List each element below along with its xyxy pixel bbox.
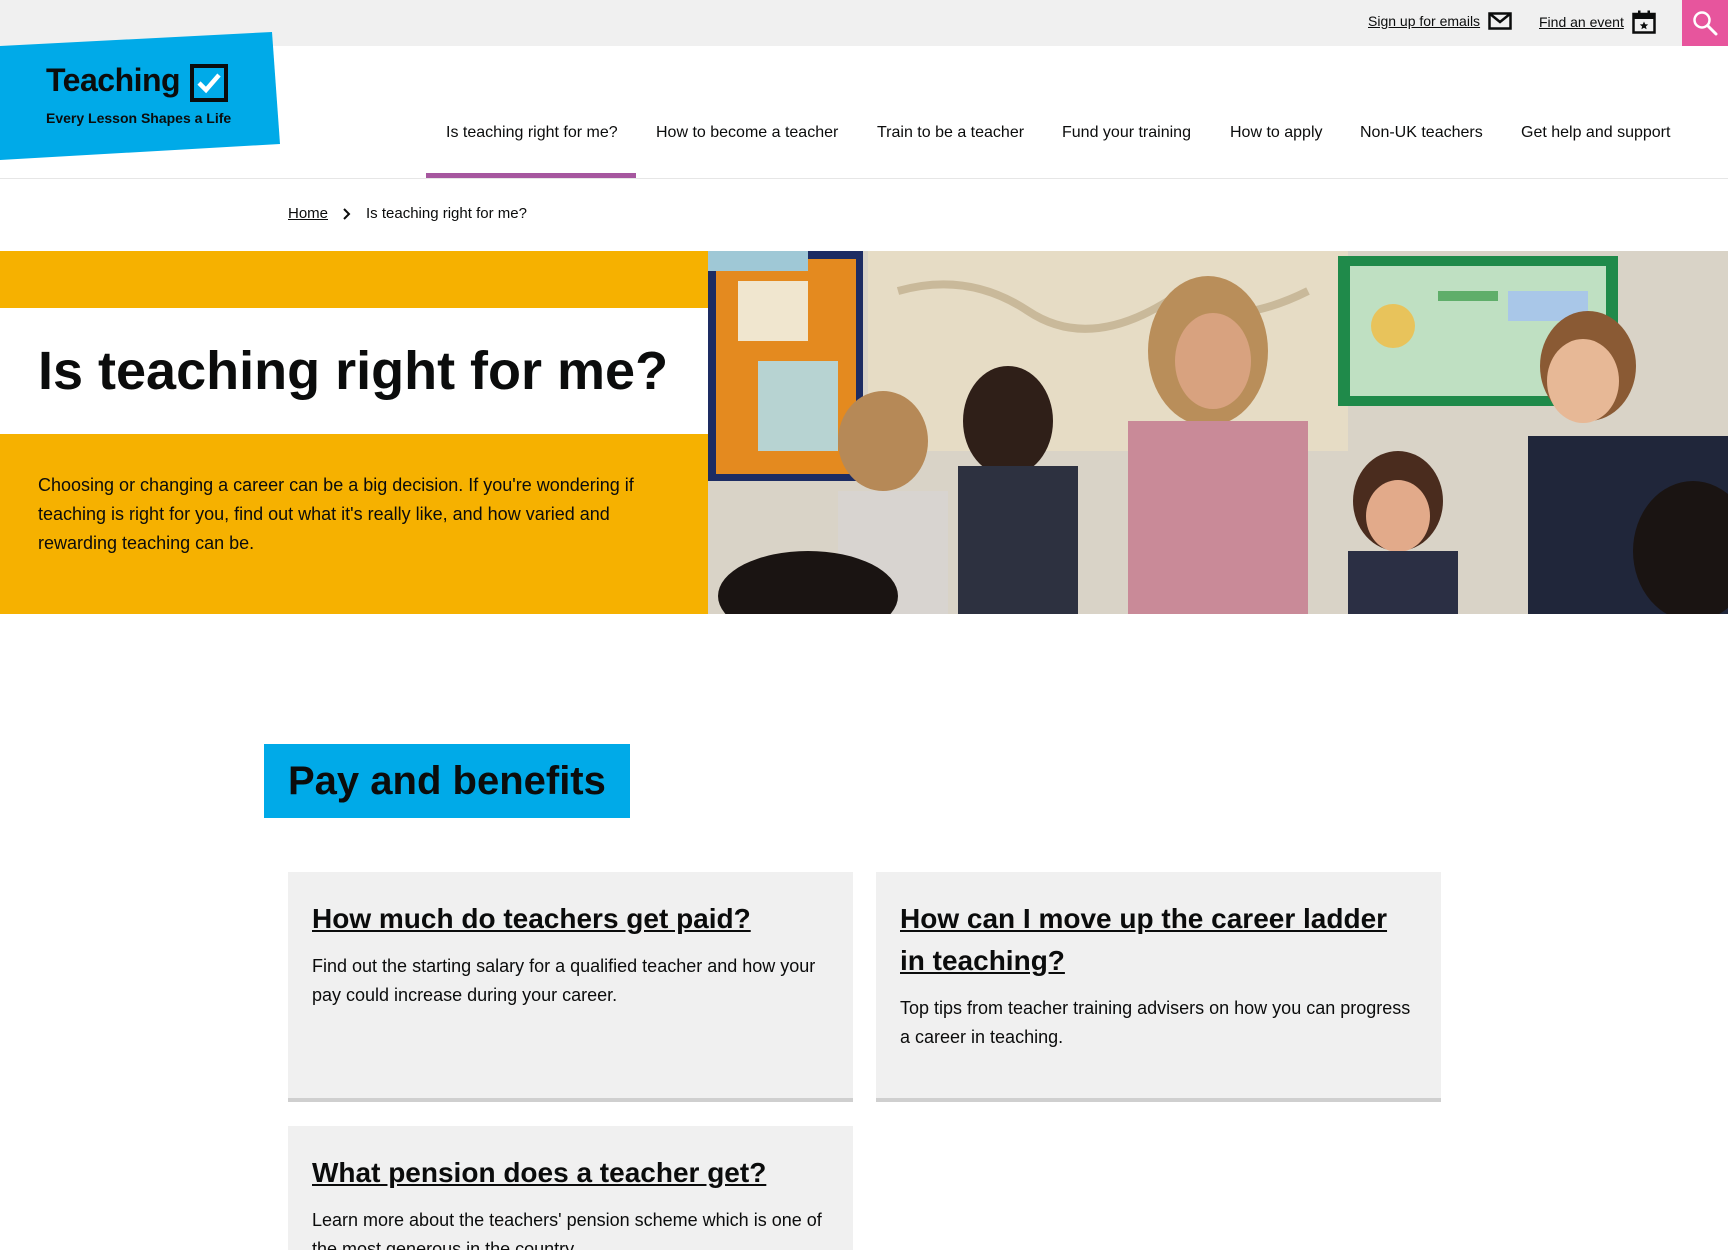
teaching-logo[interactable]: Teaching Every Lesson Shapes a Life xyxy=(0,32,280,160)
search-button[interactable] xyxy=(1682,0,1728,46)
nav-item-non-uk[interactable]: Non-UK teachers xyxy=(1360,124,1483,142)
nav-item-fund[interactable]: Fund your training xyxy=(1062,124,1191,142)
nav-item-train[interactable]: Train to be a teacher xyxy=(877,124,1024,142)
sign-up-emails-label: Sign up for emails xyxy=(1368,13,1481,29)
section-heading-text: Pay and benefits xyxy=(288,758,606,803)
breadcrumb: Home Is teaching right for me? xyxy=(288,205,527,222)
search-icon xyxy=(1693,11,1718,36)
card-description: Learn more about the teachers' pension s… xyxy=(312,1210,822,1250)
nav-active-indicator xyxy=(426,173,636,178)
nav-item-how-to-become[interactable]: How to become a teacher xyxy=(656,124,838,142)
card-title-link[interactable]: What pension does a teacher get? xyxy=(312,1157,766,1188)
logo-title: Teaching xyxy=(46,62,181,98)
checkmark-icon xyxy=(190,64,228,102)
card-teacher-pay[interactable]: How much do teachers get paid? Find out … xyxy=(288,872,853,1102)
envelope-icon xyxy=(1488,12,1512,30)
breadcrumb-current: Is teaching right for me? xyxy=(366,205,527,222)
card-description: Find out the starting salary for a quali… xyxy=(312,956,816,1005)
card-title-link[interactable]: How can I move up the career ladder in t… xyxy=(900,903,1387,976)
card-pension[interactable]: What pension does a teacher get? Learn m… xyxy=(288,1126,853,1250)
hero-intro: Choosing or changing a career can be a b… xyxy=(38,475,634,553)
breadcrumb-home-link[interactable]: Home xyxy=(288,205,328,222)
nav-item-help-support[interactable]: Get help and support xyxy=(1521,124,1670,142)
card-description: Top tips from teacher training advisers … xyxy=(900,998,1411,1047)
nav-item-how-to-apply[interactable]: How to apply xyxy=(1230,124,1323,142)
sign-up-emails-link[interactable]: Sign up for emails xyxy=(1368,12,1512,30)
logo-tagline: Every Lesson Shapes a Life xyxy=(46,110,232,126)
card-career-ladder[interactable]: How can I move up the career ladder in t… xyxy=(876,872,1441,1102)
calendar-icon xyxy=(1632,10,1656,34)
classroom-photo xyxy=(708,251,1728,614)
page-title: Is teaching right for me? xyxy=(38,341,669,401)
chevron-right-icon xyxy=(343,207,351,220)
nav-item-is-teaching-right[interactable]: Is teaching right for me? xyxy=(446,124,618,142)
card-title-link[interactable]: How much do teachers get paid? xyxy=(312,903,751,934)
section-heading: Pay and benefits xyxy=(264,744,630,818)
hero-panel: Is teaching right for me? Choosing or ch… xyxy=(0,251,708,614)
find-event-link[interactable]: Find an event xyxy=(1539,10,1656,34)
hero-title-box: Is teaching right for me? xyxy=(0,308,708,434)
find-event-label: Find an event xyxy=(1539,14,1624,30)
